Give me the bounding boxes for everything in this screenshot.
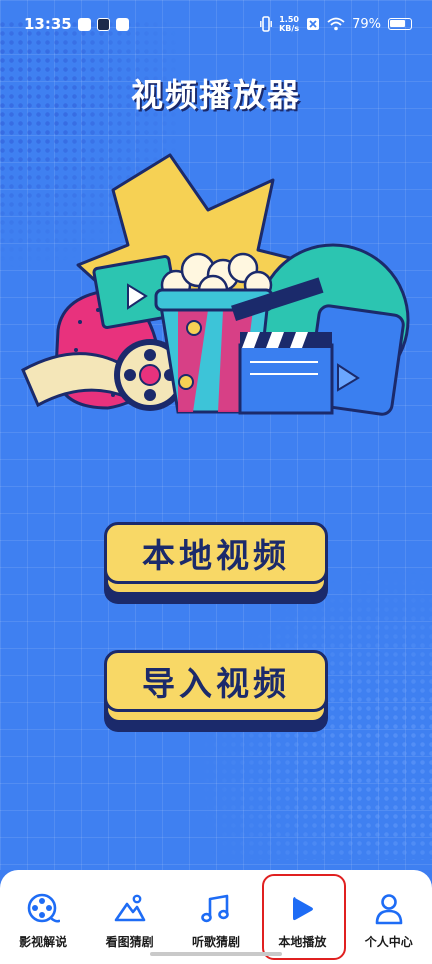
local-video-label: 本地视频 [104, 522, 328, 584]
image-mountain-icon [114, 894, 145, 922]
film-reel-icon [27, 893, 61, 923]
tab-guess-by-song[interactable]: 听歌猜剧 [173, 892, 259, 950]
notification-icon [115, 17, 129, 31]
local-video-button[interactable]: 本地视频 [104, 522, 328, 604]
tab-label: 影视解说 [19, 935, 68, 949]
status-bar: 13:35 1.50 KB/s 79% [0, 0, 432, 48]
tab-label: 个人中心 [364, 935, 413, 949]
battery-percent: 79% [352, 16, 381, 32]
tab-local-play[interactable]: 本地播放 [259, 892, 345, 950]
play-icon [293, 897, 314, 921]
tab-profile[interactable]: 个人中心 [346, 892, 432, 950]
sim-off-icon [307, 18, 320, 30]
cinema-illustration [21, 153, 410, 416]
bottom-tab-bar: 影视解说 看图猜剧 听歌猜剧 本地播放 个人中心 [0, 870, 432, 964]
page-title: 视频播放器 [130, 76, 301, 114]
network-speed-unit: KB/s [279, 24, 300, 33]
import-video-button[interactable]: 导入视频 [104, 650, 328, 732]
tab-movie-commentary[interactable]: 影视解说 [0, 892, 86, 950]
import-video-label: 导入视频 [104, 650, 328, 712]
vibrate-icon [260, 16, 273, 32]
person-icon [375, 894, 403, 925]
notification-icon [77, 17, 91, 31]
app-notification-icon [96, 17, 110, 31]
home-indicator[interactable] [150, 952, 282, 956]
tab-guess-by-picture[interactable]: 看图猜剧 [87, 892, 173, 950]
network-speed: 1.50 KB/s [279, 15, 299, 33]
tab-label: 本地播放 [278, 935, 327, 949]
music-note-icon [201, 894, 229, 923]
network-speed-value: 1.50 [279, 15, 299, 24]
tab-label: 看图猜剧 [105, 935, 154, 949]
wifi-icon [327, 17, 345, 31]
battery-icon [388, 18, 412, 30]
status-time: 13:35 [24, 15, 72, 33]
tab-label: 听歌猜剧 [191, 935, 240, 949]
